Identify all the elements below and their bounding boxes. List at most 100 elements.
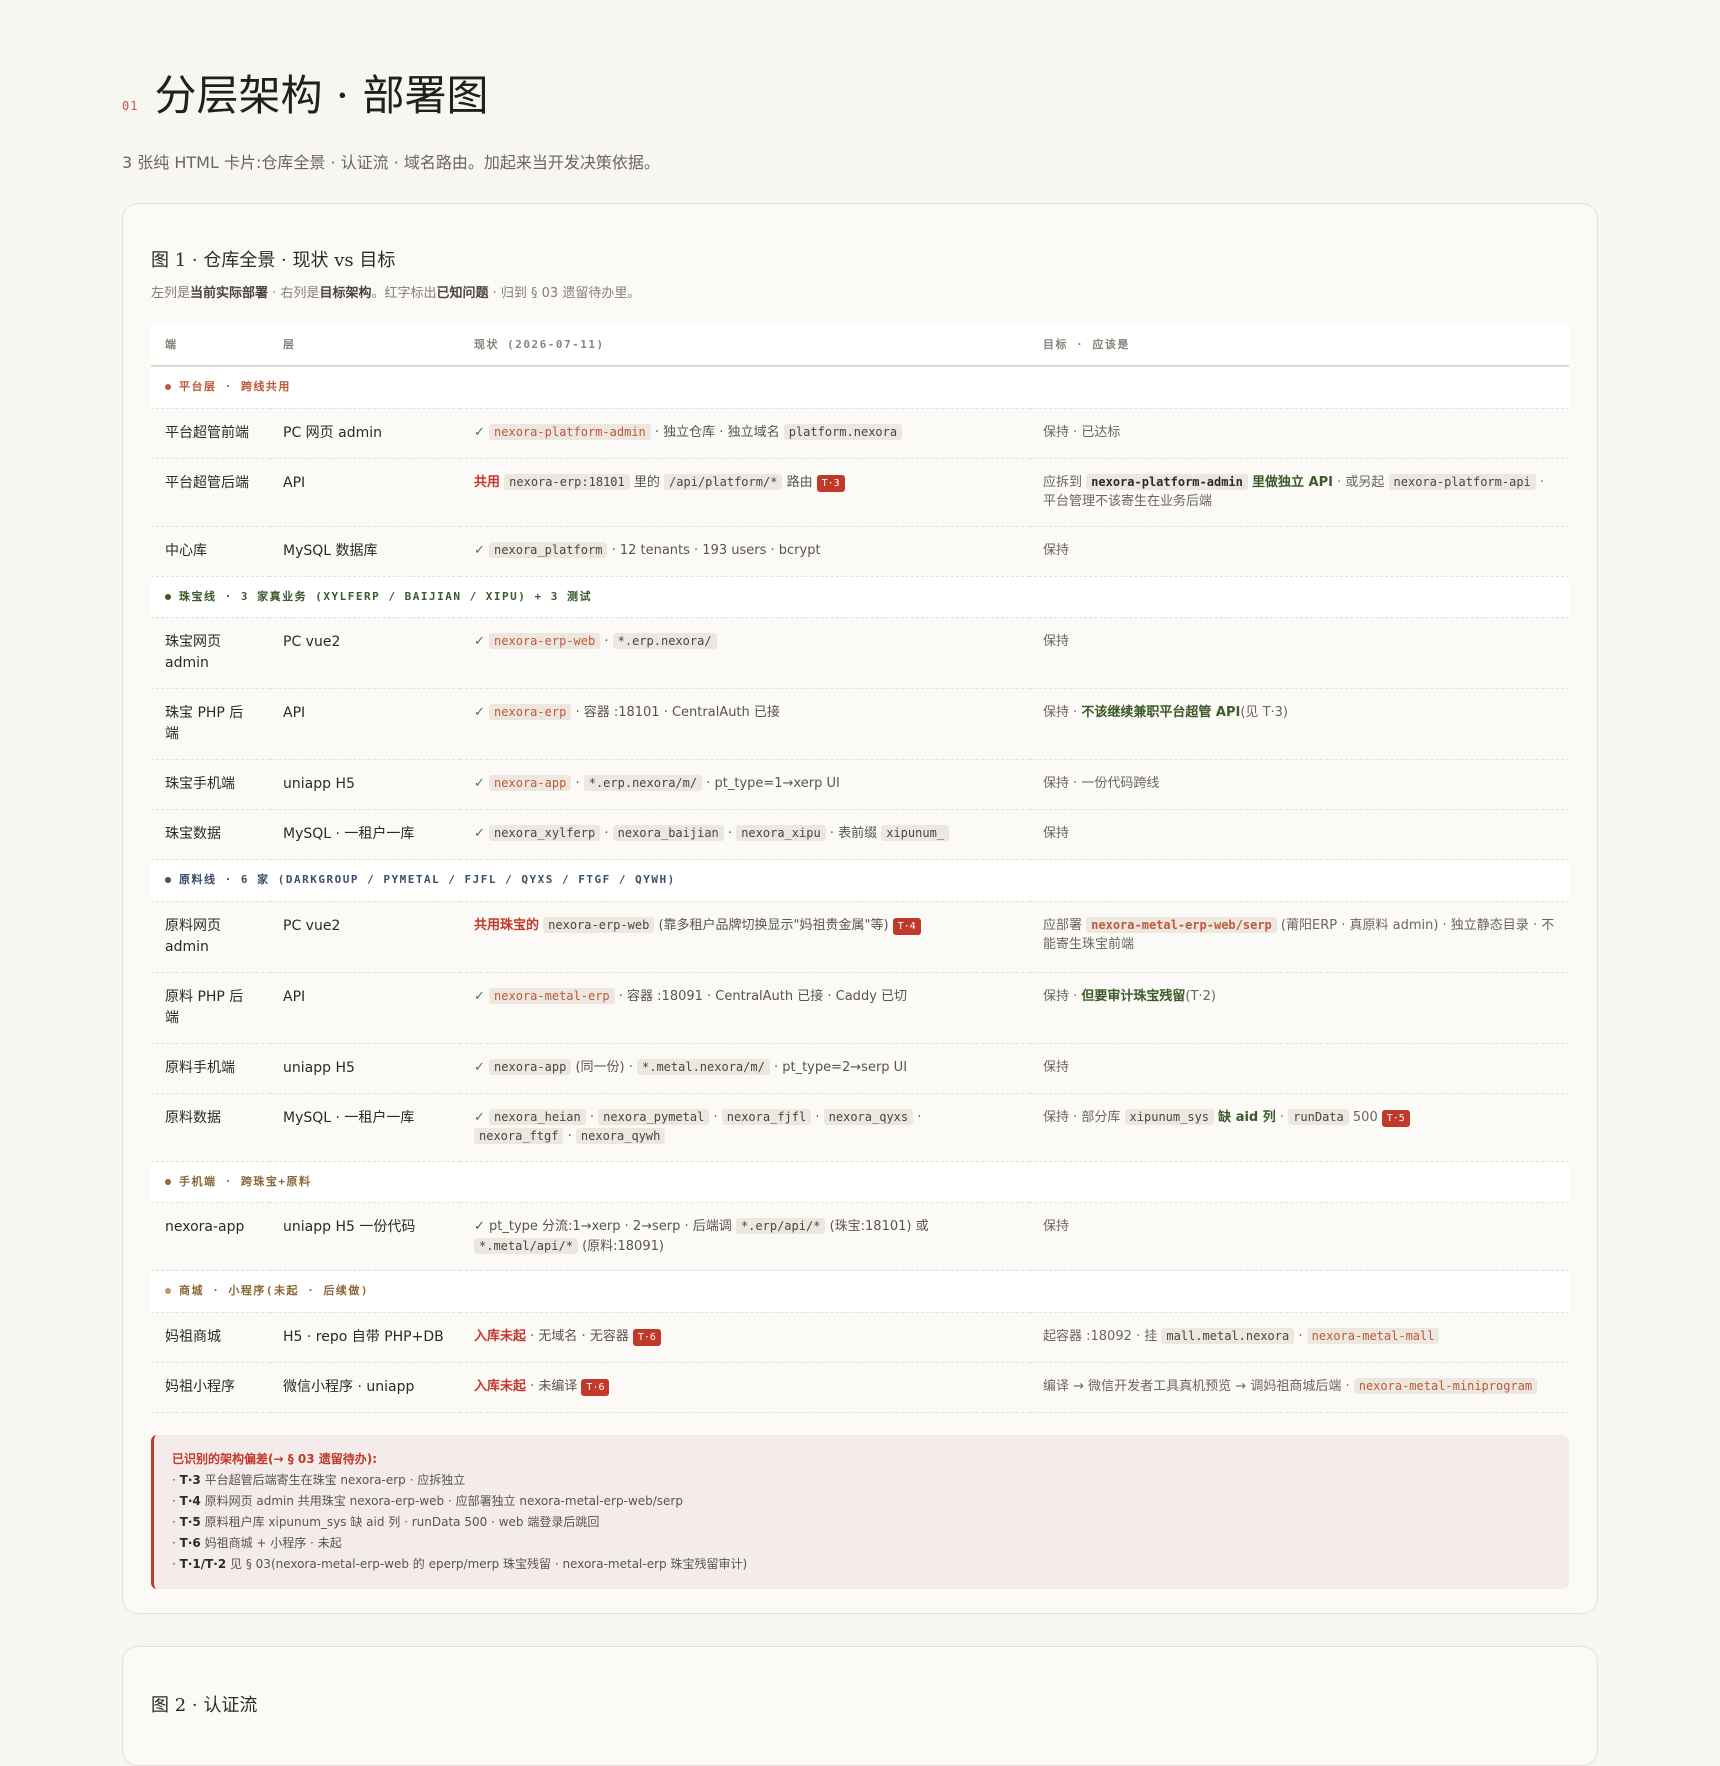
code: nexora-erp-web	[543, 916, 655, 933]
text: · 容器 :18091 · CentralAuth 已接 · Caddy 已切	[618, 988, 908, 1004]
text: ·	[1298, 1328, 1303, 1344]
issue-tag: T·4	[892, 917, 921, 935]
text: · 独立仓库 · 独立域名	[654, 424, 780, 440]
cell-current: ✓ nexora-app (同一份) · *.metal.nexora/m/ ·…	[460, 1043, 1029, 1094]
text: · pt_type=2→serp UI	[773, 1059, 908, 1075]
note-item: · T·5 原料租户库 xipunum_sys 缺 aid 列 · runDat…	[172, 1514, 600, 1529]
table-row: 原料 PHP 后端 API ✓ nexora-metal-erp · 容器 :1…	[151, 972, 1569, 1044]
code: nexora-erp	[489, 704, 572, 720]
architecture-table: 端 层 现状 (2026-07-11) 目标 · 应该是 平台层 · 跨线共用 …	[151, 323, 1569, 1413]
note-key: T·6	[179, 1535, 201, 1550]
code: nexora_baijian	[612, 825, 724, 841]
issue-tag: T·5	[1381, 1109, 1410, 1127]
sep: ·	[917, 1109, 922, 1125]
code: nexora-metal-erp	[489, 987, 615, 1004]
cell-target: 保持	[1029, 809, 1569, 860]
table-row: 珠宝手机端 uniapp H5 ✓ nexora-app · *.erp.nex…	[151, 759, 1569, 810]
cell-layer: API	[269, 688, 460, 760]
table-row: 平台超管后端 API 共用 nexora-erp:18101 里的 /api/p…	[151, 458, 1569, 527]
text: · pt_type=1→xerp UI	[706, 776, 840, 791]
text: (见 T·3)	[1240, 705, 1288, 720]
cell-layer: PC 网页 admin	[269, 408, 460, 459]
code: nexora-metal-miniprogram	[1353, 1377, 1538, 1394]
group-row-metal: 原料线 · 6 家 (DARKGROUP / PYMETAL / FJFL / …	[151, 859, 1569, 902]
sub-bold: 目标架构	[319, 286, 372, 301]
text: 应部署	[1043, 917, 1083, 933]
cell-layer: PC vue2	[269, 617, 460, 689]
cell-end: 原料数据	[151, 1093, 269, 1162]
check-icon: ✓	[474, 988, 485, 1004]
table-row: 珠宝网页 admin PC vue2 ✓ nexora-erp-web · *.…	[151, 617, 1569, 689]
code: nexora_platform	[489, 541, 608, 558]
text: ·	[604, 826, 609, 841]
table-row: 平台超管前端 PC 网页 admin ✓ nexora-platform-adm…	[151, 408, 1569, 459]
notes-title: 已识别的架构偏差(→ § 03 遗留待办):	[172, 1451, 378, 1466]
code: nexora_qywh	[575, 1128, 666, 1144]
page: 01 分层架构 · 部署图 3 张纯 HTML 卡片:仓库全景 · 认证流 · …	[0, 0, 1720, 1766]
code: nexora-platform-admin	[489, 423, 651, 440]
cell-end: 平台超管前端	[151, 408, 269, 459]
code: nexora-metal-erp-web/serp	[1086, 916, 1277, 933]
cell-end: 原料 PHP 后端	[151, 972, 269, 1044]
cell-target: 保持 · 已达标	[1029, 408, 1569, 459]
check-icon: ✓	[474, 424, 485, 440]
text: 500	[1352, 1109, 1378, 1125]
code: nexora-app	[489, 1058, 572, 1075]
warn-text: 入库未起	[474, 1378, 527, 1394]
warn-text: 入库未起	[474, 1328, 527, 1344]
text: (原料:18091)	[582, 1238, 664, 1254]
note-key: T·4	[179, 1493, 201, 1508]
figure-1-card: 图 1 · 仓库全景 · 现状 vs 目标 左列是当前实际部署 · 右列是目标架…	[122, 203, 1598, 1614]
cell-layer: MySQL · 一租户一库	[269, 1093, 460, 1162]
cell-end: 中心库	[151, 526, 269, 577]
cell-current: ✓ nexora-erp-web · *.erp.nexora/	[460, 617, 1029, 689]
figure-1-subtitle: 左列是当前实际部署 · 右列是目标架构。红字标出已知问题 · 归到 § 03 遗…	[151, 282, 1569, 301]
text: (珠宝:18101) 或	[829, 1219, 929, 1234]
warn-text: 共用	[474, 474, 501, 490]
table-row: 妈祖商城 H5 · repo 自带 PHP+DB 入库未起 · 无域名 · 无容…	[151, 1312, 1569, 1363]
text: 保持 ·	[1043, 988, 1078, 1004]
text: · 无域名 · 无容器	[530, 1328, 629, 1344]
table-row: 原料网页 admin PC vue2 共用珠宝的 nexora-erp-web …	[151, 901, 1569, 973]
cell-target: 保持 · 部分库 xipunum_sys 缺 aid 列 · runData 5…	[1029, 1093, 1569, 1162]
check-icon: ✓	[474, 1109, 485, 1125]
text: 起容器 :18092 · 挂	[1043, 1328, 1158, 1344]
text: · 未编译	[530, 1378, 578, 1394]
code: *.metal/api/*	[474, 1237, 578, 1254]
group-label: 手机端 · 跨珠宝+原料	[179, 1174, 312, 1188]
text: 缺 aid 列	[1218, 1109, 1276, 1125]
text: ·	[727, 826, 733, 841]
text: 里做独立 API	[1252, 474, 1333, 490]
figure-2-card: 图 2 · 认证流	[122, 1645, 1598, 1766]
col-header-current: 现状 (2026-07-11)	[460, 323, 1029, 367]
note-text: 平台超管后端寄生在珠宝 nexora-erp · 应拆独立	[204, 1472, 466, 1487]
issue-tag: T·3	[816, 474, 845, 492]
cell-target: 保持 · 一份代码跨线	[1029, 759, 1569, 810]
sep: ·	[713, 1109, 718, 1125]
cell-current: 入库未起 · 未编译 T·6	[460, 1362, 1029, 1413]
text: ✓ pt_type 分流:1→xerp · 2→serp · 后端调	[474, 1219, 732, 1234]
note-key: T·1/T·2	[179, 1556, 227, 1571]
table-row: 珠宝数据 MySQL · 一租户一库 ✓ nexora_xylferp · ne…	[151, 809, 1569, 860]
code: *.erp/api/*	[735, 1218, 826, 1234]
cell-layer: uniapp H5	[269, 1043, 460, 1094]
cell-end: 原料手机端	[151, 1043, 269, 1094]
dot-icon	[165, 1288, 171, 1294]
group-label: 平台层 · 跨线共用	[179, 380, 291, 393]
group-row-mobile: 手机端 · 跨珠宝+原料	[151, 1161, 1569, 1203]
group-label: 商城 · 小程序(未起 · 后续做)	[179, 1284, 369, 1297]
sub-text: · 归到 § 03 遗留待办里。	[488, 286, 641, 301]
note-key: T·3	[179, 1472, 201, 1487]
cell-target: 保持 · 不该继续兼职平台超管 API(见 T·3)	[1029, 688, 1569, 760]
warn-text: 共用珠宝的	[474, 917, 540, 933]
col-header-layer: 层	[269, 323, 460, 367]
cell-layer: MySQL 数据库	[269, 526, 460, 577]
section-header: 01 分层架构 · 部署图	[122, 62, 1598, 123]
cell-end: 妈祖小程序	[151, 1362, 269, 1413]
text: ·	[604, 634, 609, 649]
text: 路由	[786, 474, 813, 490]
note-text: 妈祖商城 + 小程序 · 未起	[204, 1535, 342, 1550]
cell-current: ✓ nexora-metal-erp · 容器 :18091 · Central…	[460, 972, 1029, 1044]
group-row-mall: 商城 · 小程序(未起 · 后续做)	[151, 1270, 1569, 1313]
cell-end: 珠宝手机端	[151, 759, 269, 810]
